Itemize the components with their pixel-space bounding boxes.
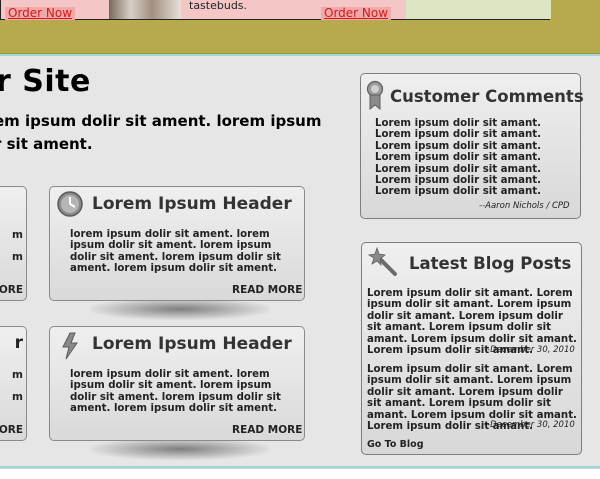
promo-cell: [406, 0, 551, 19]
card-body: lorem ipsum dolir sit ament. lorem ipsum…: [70, 369, 281, 415]
read-more-link[interactable]: READ MORE: [232, 424, 302, 436]
blog-post-date: --December 30, 2010: [484, 345, 575, 355]
card-header: Lorem Ipsum Header: [92, 334, 292, 354]
card-shadow: [90, 298, 270, 320]
ribbon-award-icon: [366, 80, 384, 114]
go-to-blog-link[interactable]: Go To Blog: [367, 439, 424, 450]
order-now-link[interactable]: Order Now: [321, 7, 392, 20]
comment-author: --Aaron Nichols / CPD: [479, 201, 570, 211]
food-image: [109, 0, 181, 19]
blog-title: Latest Blog Posts: [409, 254, 572, 273]
feature-card: Lorem Ipsum Header lorem ipsum dolir sit…: [49, 326, 305, 441]
comment-text: Lorem ipsum dolir sit amant. Lorem ipsum…: [375, 118, 542, 198]
page-title: r Site: [0, 64, 91, 99]
card-body: lorem ipsum dolir sit ament. lorem ipsum…: [70, 229, 281, 275]
magic-wand-icon: [367, 246, 398, 281]
feature-card: Lorem Ipsum Header lorem ipsum dolir sit…: [49, 186, 305, 301]
comments-title: Customer Comments: [390, 87, 584, 106]
card-header: Lorem Ipsum Header: [92, 194, 292, 214]
card-text-fragment: m: [12, 369, 23, 381]
card-header-fragment: r: [14, 333, 23, 353]
promo-text: tastebuds.: [189, 0, 248, 12]
card-text-fragment: m: [12, 251, 23, 263]
promo-strip: Order Now tastebuds. Order Now: [0, 0, 551, 20]
card-text-fragment: m: [12, 229, 23, 241]
card-text-fragment: m: [12, 391, 23, 403]
divider: [0, 54, 600, 56]
read-more-link[interactable]: READ MORE: [232, 284, 302, 296]
clock-icon: [56, 190, 84, 222]
card-shadow: [90, 438, 270, 460]
footer-strip: [0, 468, 600, 479]
card-partial: m m ORE: [0, 186, 27, 301]
card-partial: r m m ORE: [0, 326, 27, 441]
customer-comments-box: Customer Comments Lorem ipsum dolir sit …: [360, 73, 584, 219]
read-more-link[interactable]: ORE: [0, 284, 23, 296]
blog-post-date: --December 30, 2010: [484, 420, 575, 430]
latest-blog-box: Latest Blog Posts Lorem ipsum dolir sit …: [361, 242, 582, 455]
lightning-icon: [60, 332, 80, 364]
order-now-link[interactable]: Order Now: [5, 7, 76, 20]
read-more-link[interactable]: ORE: [0, 424, 23, 436]
intro-text: em ipsum dolir sit ament. lorem ipsum r …: [0, 112, 322, 153]
